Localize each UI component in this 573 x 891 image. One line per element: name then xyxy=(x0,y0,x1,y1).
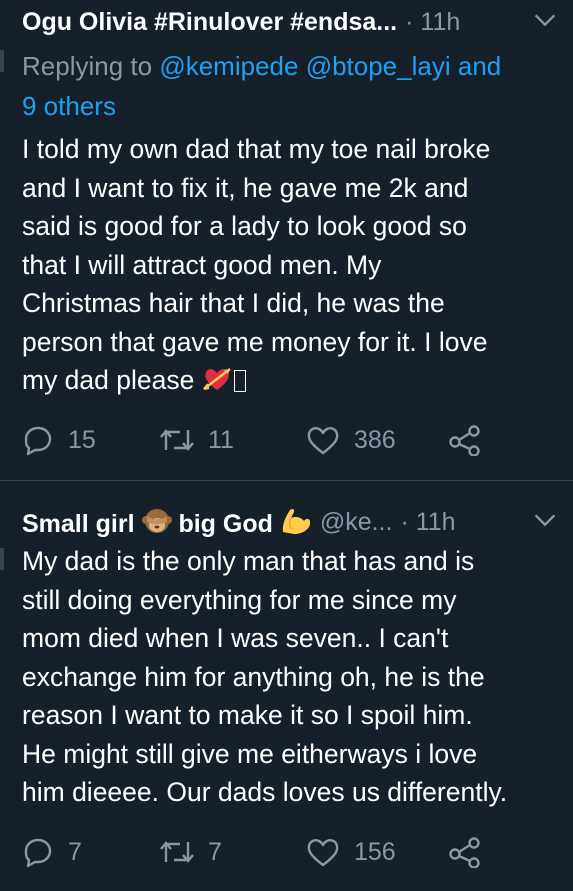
thread-line xyxy=(0,548,4,570)
retweet-count: 7 xyxy=(208,837,222,866)
retweet-icon xyxy=(160,429,194,451)
text-line: I told my own dad that my toe nail broke xyxy=(22,134,491,164)
text-line: my dad please xyxy=(22,365,195,395)
text-line: and I want to fix it, he gave me 2k and xyxy=(22,172,469,203)
retweet-icon xyxy=(160,841,194,863)
reply-icon xyxy=(24,838,52,868)
text-line: He might still give me eitherways i love xyxy=(22,738,478,769)
retweet-button[interactable]: 11 xyxy=(160,420,234,460)
action-bar: 7 7 156 xyxy=(0,832,573,872)
see-no-evil-monkey-emoji xyxy=(141,508,172,533)
tweet-text: I told my own dad that my toe nail broke… xyxy=(22,130,567,400)
text-line: person that gave me money for it. I love xyxy=(22,326,488,357)
text-line: exchange him for anything oh, he is the xyxy=(22,661,485,692)
share-button[interactable] xyxy=(448,832,482,872)
text-line: Christmas hair that I did, he was the xyxy=(22,288,445,318)
tweet-header: Small girl big God @ke... · 11h xyxy=(22,502,573,542)
like-button[interactable]: 156 xyxy=(306,832,396,872)
author-handle[interactable]: @ke... xyxy=(320,508,393,537)
retweet-button[interactable]: 7 xyxy=(160,832,222,872)
like-button[interactable]: 386 xyxy=(306,420,396,460)
replying-prefix: Replying to xyxy=(22,51,160,81)
tweet[interactable]: Small girl big God @ke... · 11h My dad i… xyxy=(0,480,573,891)
chevron-down-icon[interactable] xyxy=(531,506,559,534)
heart-icon xyxy=(307,839,339,867)
like-count: 386 xyxy=(354,425,396,454)
missing-glyph xyxy=(233,370,246,392)
text-line: still doing everything for me since my xyxy=(22,584,457,615)
heart-with-arrow-emoji xyxy=(202,368,231,390)
text-line: that I will attract good men. My xyxy=(22,249,382,280)
author-name[interactable]: Small girl big God xyxy=(22,506,312,539)
others-link[interactable]: 9 others xyxy=(22,91,116,121)
text-line: My dad is the only man that has and is xyxy=(22,546,475,576)
mention-link[interactable]: @btope_layi xyxy=(306,51,451,81)
action-bar: 15 11 386 xyxy=(0,420,573,460)
author-name-part1: Small girl xyxy=(22,509,135,538)
text-line: said is good for a lady to look good so xyxy=(22,211,467,241)
like-count: 156 xyxy=(354,837,396,866)
text-line: reason I want to make it so I spoil him. xyxy=(22,700,473,730)
retweet-count: 11 xyxy=(208,425,234,454)
text-line: mom died when I was seven.. I can't xyxy=(22,623,449,653)
timestamp[interactable]: · 11h xyxy=(400,508,455,537)
timestamp[interactable]: · 11h xyxy=(405,8,460,37)
tweet-header: Ogu Olivia #Rinulover #endsa... · 11h xyxy=(22,2,573,42)
share-button[interactable] xyxy=(448,420,482,460)
chevron-down-icon[interactable] xyxy=(531,6,559,34)
replying-to: Replying to @kemipede @btope_layi and 9 … xyxy=(22,46,562,126)
author-name-part2: big God xyxy=(178,509,273,538)
thread-line xyxy=(0,50,4,72)
flexed-biceps-emoji xyxy=(282,508,310,534)
text-line-last: my dad please xyxy=(22,361,567,400)
reply-count: 7 xyxy=(68,837,82,866)
mention-link[interactable]: @kemipede xyxy=(159,51,298,81)
mentions-connector[interactable]: and xyxy=(458,51,501,81)
reply-button[interactable]: 7 xyxy=(22,832,82,872)
reply-icon xyxy=(24,426,52,456)
author-name[interactable]: Ogu Olivia #Rinulover #endsa... xyxy=(22,8,397,37)
tweet[interactable]: Ogu Olivia #Rinulover #endsa... · 11h Re… xyxy=(0,0,573,480)
heart-icon xyxy=(307,427,339,455)
reply-count: 15 xyxy=(68,425,96,454)
share-icon xyxy=(449,837,480,868)
tweet-text: My dad is the only man that has and is s… xyxy=(22,542,567,812)
reply-button[interactable]: 15 xyxy=(22,420,96,460)
text-line: him dieeee. Our dads loves us differentl… xyxy=(22,777,508,807)
share-icon xyxy=(449,425,480,456)
